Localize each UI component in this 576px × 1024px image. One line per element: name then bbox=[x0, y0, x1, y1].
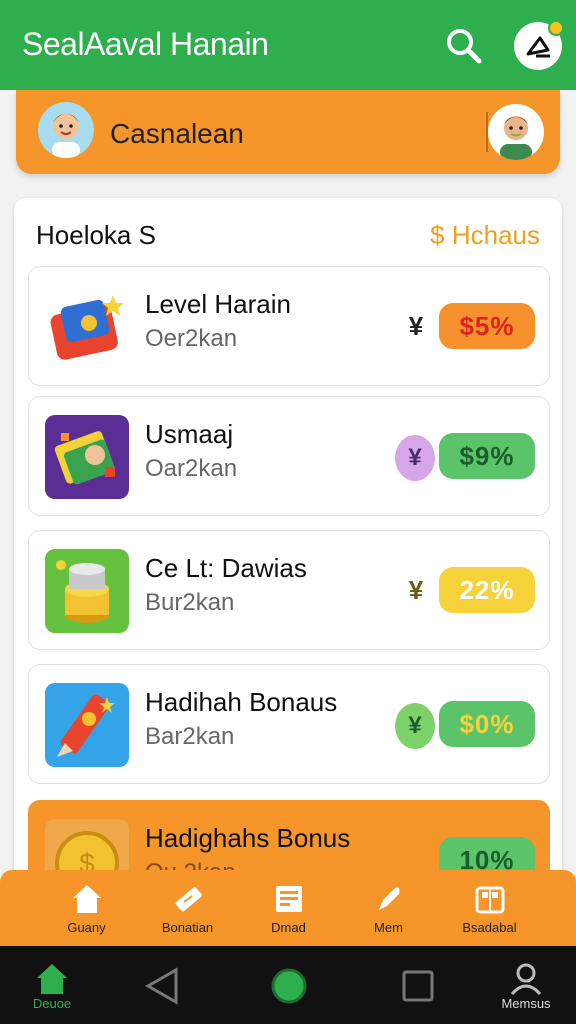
profile-button[interactable]: Memsus bbox=[496, 946, 556, 1024]
profile-label: Memsus bbox=[501, 996, 551, 1011]
task-subtitle: Oer2kan bbox=[145, 325, 238, 352]
task-item[interactable]: Usmaaj Oar2kan ¥ $9% bbox=[28, 396, 550, 516]
profile-icon bbox=[510, 963, 542, 996]
task-item[interactable]: Ce Lt: Dawias Bur2kan ¥ 22% bbox=[28, 530, 550, 650]
nav-item-dashboard[interactable]: Bsadabal bbox=[432, 870, 547, 946]
avatar-left bbox=[38, 102, 94, 158]
task-subtitle: Bar2kan bbox=[145, 723, 235, 750]
app-title: SealAaval Hanain bbox=[22, 26, 269, 62]
yen-icon: ¥ bbox=[395, 703, 435, 749]
search-icon[interactable] bbox=[444, 26, 484, 66]
task-title: Usmaaj bbox=[145, 419, 234, 449]
yen-icon: ¥ bbox=[408, 311, 424, 341]
reward-badge[interactable]: $5% bbox=[439, 303, 535, 349]
reward-badge[interactable]: $0% bbox=[439, 701, 535, 747]
task-title: Hadighahs Bonus bbox=[145, 823, 351, 853]
nav-item-home[interactable]: Guany bbox=[29, 870, 144, 946]
task-item[interactable]: $ Hadighahs Bonus Ou 2kan 10% bbox=[28, 800, 550, 870]
reward-badge[interactable]: 22% bbox=[439, 567, 535, 613]
system-nav-bar: Deuoe Memsus bbox=[0, 946, 576, 1024]
board-icon bbox=[275, 886, 302, 912]
app-header: SealAaval Hanain bbox=[0, 0, 576, 90]
user-banner[interactable]: Casnalean bbox=[16, 90, 560, 174]
pencil-icon bbox=[45, 683, 129, 767]
tasks-card: Hoeloka S $ Hchaus Level Harain Oer2kan … bbox=[14, 198, 562, 870]
home-icon bbox=[37, 964, 67, 994]
svg-text:$: $ bbox=[79, 848, 95, 870]
notification-icon[interactable] bbox=[514, 20, 564, 70]
nav-label: Bonatian bbox=[161, 920, 214, 935]
nav-label: Guany bbox=[67, 920, 106, 935]
home-icon bbox=[72, 885, 101, 913]
recents-icon bbox=[402, 970, 434, 1002]
section-link[interactable]: $ Hchaus bbox=[430, 220, 540, 251]
nav-item-bonus[interactable]: Bonatian bbox=[130, 870, 245, 946]
gold-coin-icon: $ bbox=[45, 819, 129, 870]
nav-label: Bsadabal bbox=[462, 920, 517, 935]
banner-username: Casnalean bbox=[110, 118, 244, 149]
system-home-button[interactable]: Deuoe bbox=[26, 946, 78, 1024]
dashboard-icon bbox=[475, 886, 504, 914]
task-subtitle: Bur2kan bbox=[145, 589, 235, 616]
task-title: Hadihah Bonaus bbox=[145, 687, 338, 717]
nav-item-memo[interactable]: Mem bbox=[331, 870, 446, 946]
wallet-icon bbox=[45, 285, 129, 369]
bottom-nav: Guany Bonatian Dmad Mem Bsadabal bbox=[0, 870, 576, 946]
notification-badge bbox=[548, 20, 564, 36]
pen-icon bbox=[378, 887, 399, 910]
yen-icon: ¥ bbox=[395, 435, 435, 481]
cards-icon bbox=[45, 415, 129, 499]
main-content: Casnalean Hoeloka S $ Hchaus Level Harai… bbox=[0, 90, 576, 870]
task-subtitle: Oar2kan bbox=[145, 455, 238, 482]
nav-label: Dmad bbox=[271, 920, 306, 935]
task-item[interactable]: Level Harain Oer2kan ¥ $5% bbox=[28, 266, 550, 386]
section-title: Hoeloka S bbox=[36, 220, 156, 250]
coins-icon bbox=[45, 549, 129, 633]
task-subtitle: Ou 2kan bbox=[145, 859, 236, 870]
reward-badge[interactable]: $9% bbox=[439, 433, 535, 479]
back-icon bbox=[144, 967, 178, 1005]
task-title: Level Harain bbox=[145, 289, 291, 319]
task-title: Ce Lt: Dawias bbox=[145, 553, 307, 583]
circle-home-icon bbox=[271, 968, 307, 1004]
recents-button[interactable] bbox=[398, 946, 438, 1024]
reward-badge[interactable]: 10% bbox=[439, 837, 535, 870]
avatar-right[interactable] bbox=[488, 104, 544, 160]
nav-item-board[interactable]: Dmad bbox=[231, 870, 346, 946]
task-item[interactable]: Hadihah Bonaus Bar2kan ¥ $0% bbox=[28, 664, 550, 784]
system-home-label: Deuoe bbox=[32, 996, 72, 1011]
ticket-icon bbox=[175, 887, 202, 912]
yen-icon: ¥ bbox=[408, 575, 424, 605]
home-circle-button[interactable] bbox=[268, 946, 310, 1024]
back-button[interactable] bbox=[142, 946, 182, 1024]
nav-label: Mem bbox=[374, 920, 403, 935]
